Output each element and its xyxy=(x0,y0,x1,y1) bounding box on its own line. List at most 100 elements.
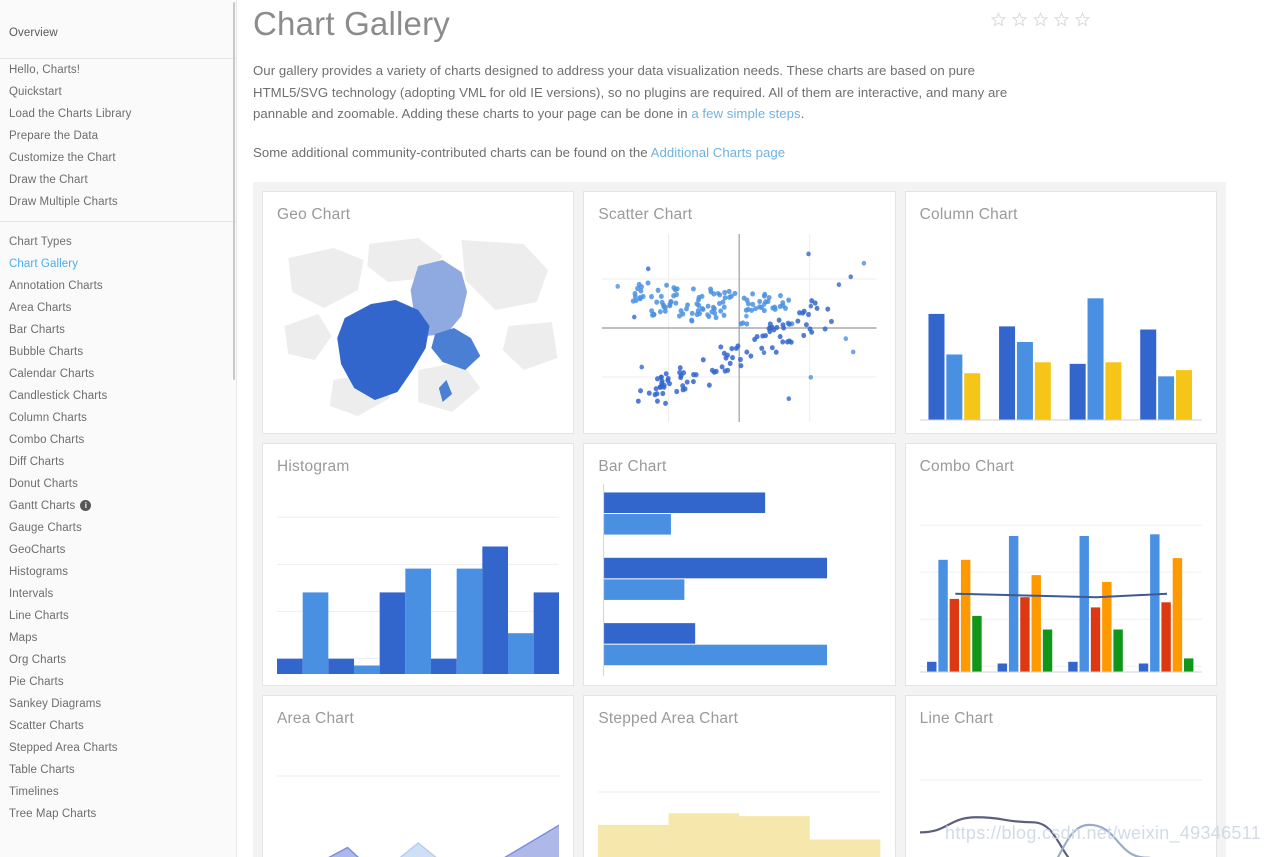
sidebar-item-label: Annotation Charts xyxy=(9,280,103,292)
sidebar-item-overview[interactable]: Overview xyxy=(8,22,236,44)
star-icon[interactable] xyxy=(1075,12,1090,27)
sidebar-item-org-charts[interactable]: Org Charts xyxy=(8,649,236,671)
sidebar-item-prepare-the-data[interactable]: Prepare the Data xyxy=(8,125,236,147)
sidebar-item-bar-charts[interactable]: Bar Charts xyxy=(8,319,236,341)
sidebar-item-label: Gauge Charts xyxy=(9,522,82,534)
gallery-card-scatter[interactable]: Scatter Chart xyxy=(583,191,896,434)
chart-svg xyxy=(284,238,558,416)
sidebar-item-intervals[interactable]: Intervals xyxy=(8,583,236,605)
sidebar-item-label: Diff Charts xyxy=(9,456,65,468)
sidebar-item-label: GeoCharts xyxy=(9,544,66,556)
sidebar-item-combo-charts[interactable]: Combo Charts xyxy=(8,429,236,451)
sidebar-overview-section: Overview xyxy=(0,0,236,59)
sidebar-item-draw-the-chart[interactable]: Draw the Chart xyxy=(8,169,236,191)
sidebar-item-column-charts[interactable]: Column Charts xyxy=(8,407,236,429)
gallery-card-area[interactable]: Area Chart xyxy=(262,695,575,857)
gallery-card-title: Line Chart xyxy=(919,710,994,727)
gallery-card-title: Geo Chart xyxy=(277,206,351,223)
gallery-card-preview-geo xyxy=(277,230,559,426)
sidebar-item-bubble-charts[interactable]: Bubble Charts xyxy=(8,341,236,363)
sidebar-item-load-the-charts-library[interactable]: Load the Charts Library xyxy=(8,103,236,125)
sidebar-item-histograms[interactable]: Histograms xyxy=(8,561,236,583)
sidebar-item-label: Timelines xyxy=(9,786,59,798)
sidebar-item-hello-charts[interactable]: Hello, Charts! xyxy=(8,59,236,81)
info-badge-icon: i xyxy=(80,500,92,511)
sidebar-item-gantt-charts[interactable]: Gantt Charts i xyxy=(8,495,236,517)
chart-svg xyxy=(277,775,560,857)
sidebar-item-label: Bar Charts xyxy=(9,324,65,336)
star-rating[interactable] xyxy=(991,2,1245,27)
star-icon[interactable] xyxy=(991,12,1006,27)
sidebar-item-calendar-charts[interactable]: Calendar Charts xyxy=(8,363,236,385)
gallery-card-combo[interactable]: Combo Chart xyxy=(904,443,1217,686)
gallery-card-title: Scatter Chart xyxy=(598,206,693,223)
gallery-card-geo[interactable]: Geo Chart xyxy=(262,191,575,434)
gallery-card-stepped-area[interactable]: Stepped Area Chart xyxy=(583,695,896,857)
sidebar-item-label: Column Charts xyxy=(9,412,87,424)
sidebar-chart-types-list: Chart Gallery Annotation Charts Area Chart… xyxy=(8,253,236,825)
sidebar-item-gauge-charts[interactable]: Gauge Charts xyxy=(8,517,236,539)
chart-gallery-grid: Geo Chart Scatter Chart Column Chart Histog… xyxy=(262,191,1217,857)
sidebar-item-customize-the-chart[interactable]: Customize the Chart xyxy=(8,147,236,169)
sidebar-item-label: Candlestick Charts xyxy=(9,390,108,402)
sidebar-item-maps[interactable]: Maps xyxy=(8,627,236,649)
gallery-card-preview-histogram xyxy=(277,482,560,678)
sidebar-chart-types-section: Chart Types Chart Gallery Annotation Char… xyxy=(0,222,236,829)
gallery-card-line[interactable]: Line Chart xyxy=(904,695,1217,857)
sidebar-item-geocharts[interactable]: GeoCharts xyxy=(8,539,236,561)
chart-svg xyxy=(919,779,1202,857)
sidebar-item-pie-charts[interactable]: Pie Charts xyxy=(8,671,236,693)
intro-paragraph-1: Our gallery provides a variety of charts… xyxy=(253,60,1053,125)
sidebar-item-donut-charts[interactable]: Donut Charts xyxy=(8,473,236,495)
sidebar-item-label: Chart Gallery xyxy=(9,258,79,270)
gallery-card-title: Column Chart xyxy=(919,206,1018,223)
sidebar-item-label: Calendar Charts xyxy=(9,368,95,380)
sidebar-item-label: Org Charts xyxy=(9,654,67,666)
gallery-card-preview-column xyxy=(919,230,1202,426)
gallery-card-bar[interactable]: Bar Chart xyxy=(583,443,896,686)
sidebar-item-label: Area Charts xyxy=(9,302,72,314)
gallery-card-title: Area Chart xyxy=(277,710,354,727)
sidebar-item-tree-map-charts[interactable]: Tree Map Charts xyxy=(8,803,236,825)
gallery-card-title: Bar Chart xyxy=(598,458,667,475)
intro-paragraph-2: Some additional community-contributed ch… xyxy=(253,142,1053,164)
gallery-card-preview-line xyxy=(919,734,1202,857)
sidebar-item-label: Combo Charts xyxy=(9,434,85,446)
chart-gallery-page: Overview Hello, Charts! Quickstart Load th… xyxy=(0,0,1267,857)
intro-text-1: Our gallery provides a variety of charts… xyxy=(253,63,1008,121)
sidebar-item-label: Tree Map Charts xyxy=(9,808,97,820)
sidebar-item-diff-charts[interactable]: Diff Charts xyxy=(8,451,236,473)
star-icon[interactable] xyxy=(1033,12,1048,27)
sidebar-item-annotation-charts[interactable]: Annotation Charts xyxy=(8,275,236,297)
intro-text-1-end: . xyxy=(800,106,805,121)
sidebar-item-draw-multiple-charts[interactable]: Draw Multiple Charts xyxy=(8,191,236,213)
sidebar-item-label: Histograms xyxy=(9,566,69,578)
gallery-card-histogram[interactable]: Histogram xyxy=(262,443,575,686)
chart-svg xyxy=(919,524,1202,673)
star-icon[interactable] xyxy=(1054,12,1069,27)
sidebar-item-label: Donut Charts xyxy=(9,478,78,490)
sidebar-item-timelines[interactable]: Timelines xyxy=(8,781,236,803)
sidebar-item-stepped-area-charts[interactable]: Stepped Area Charts xyxy=(8,737,236,759)
sidebar-item-table-charts[interactable]: Table Charts xyxy=(8,759,236,781)
sidebar-item-line-charts[interactable]: Line Charts xyxy=(8,605,236,627)
sidebar: Overview Hello, Charts! Quickstart Load th… xyxy=(0,0,237,857)
sidebar-item-quickstart[interactable]: Quickstart xyxy=(8,81,236,103)
gallery-card-column[interactable]: Column Chart xyxy=(904,191,1217,434)
sidebar-item-chart-gallery[interactable]: Chart Gallery xyxy=(8,253,236,275)
link-few-simple-steps[interactable]: a few simple steps xyxy=(691,106,800,121)
link-additional-charts-page[interactable]: Additional Charts page xyxy=(651,145,786,160)
sidebar-scrollbar[interactable] xyxy=(233,2,235,380)
chart-gallery-grid-container: Geo Chart Scatter Chart Column Chart Histog… xyxy=(253,182,1226,857)
sidebar-item-sankey-diagrams[interactable]: Sankey Diagrams xyxy=(8,693,236,715)
title-row: Chart Gallery xyxy=(253,0,1245,46)
sidebar-item-scatter-charts[interactable]: Scatter Charts xyxy=(8,715,236,737)
sidebar-item-label: Table Charts xyxy=(9,764,75,776)
star-icon[interactable] xyxy=(1012,12,1027,27)
gallery-card-title: Stepped Area Chart xyxy=(598,710,739,727)
sidebar-item-label: Bubble Charts xyxy=(9,346,84,358)
sidebar-item-area-charts[interactable]: Area Charts xyxy=(8,297,236,319)
sidebar-item-candlestick-charts[interactable]: Candlestick Charts xyxy=(8,385,236,407)
sidebar-item-label: Gantt Charts xyxy=(9,500,76,512)
sidebar-item-label: Sankey Diagrams xyxy=(9,698,102,710)
